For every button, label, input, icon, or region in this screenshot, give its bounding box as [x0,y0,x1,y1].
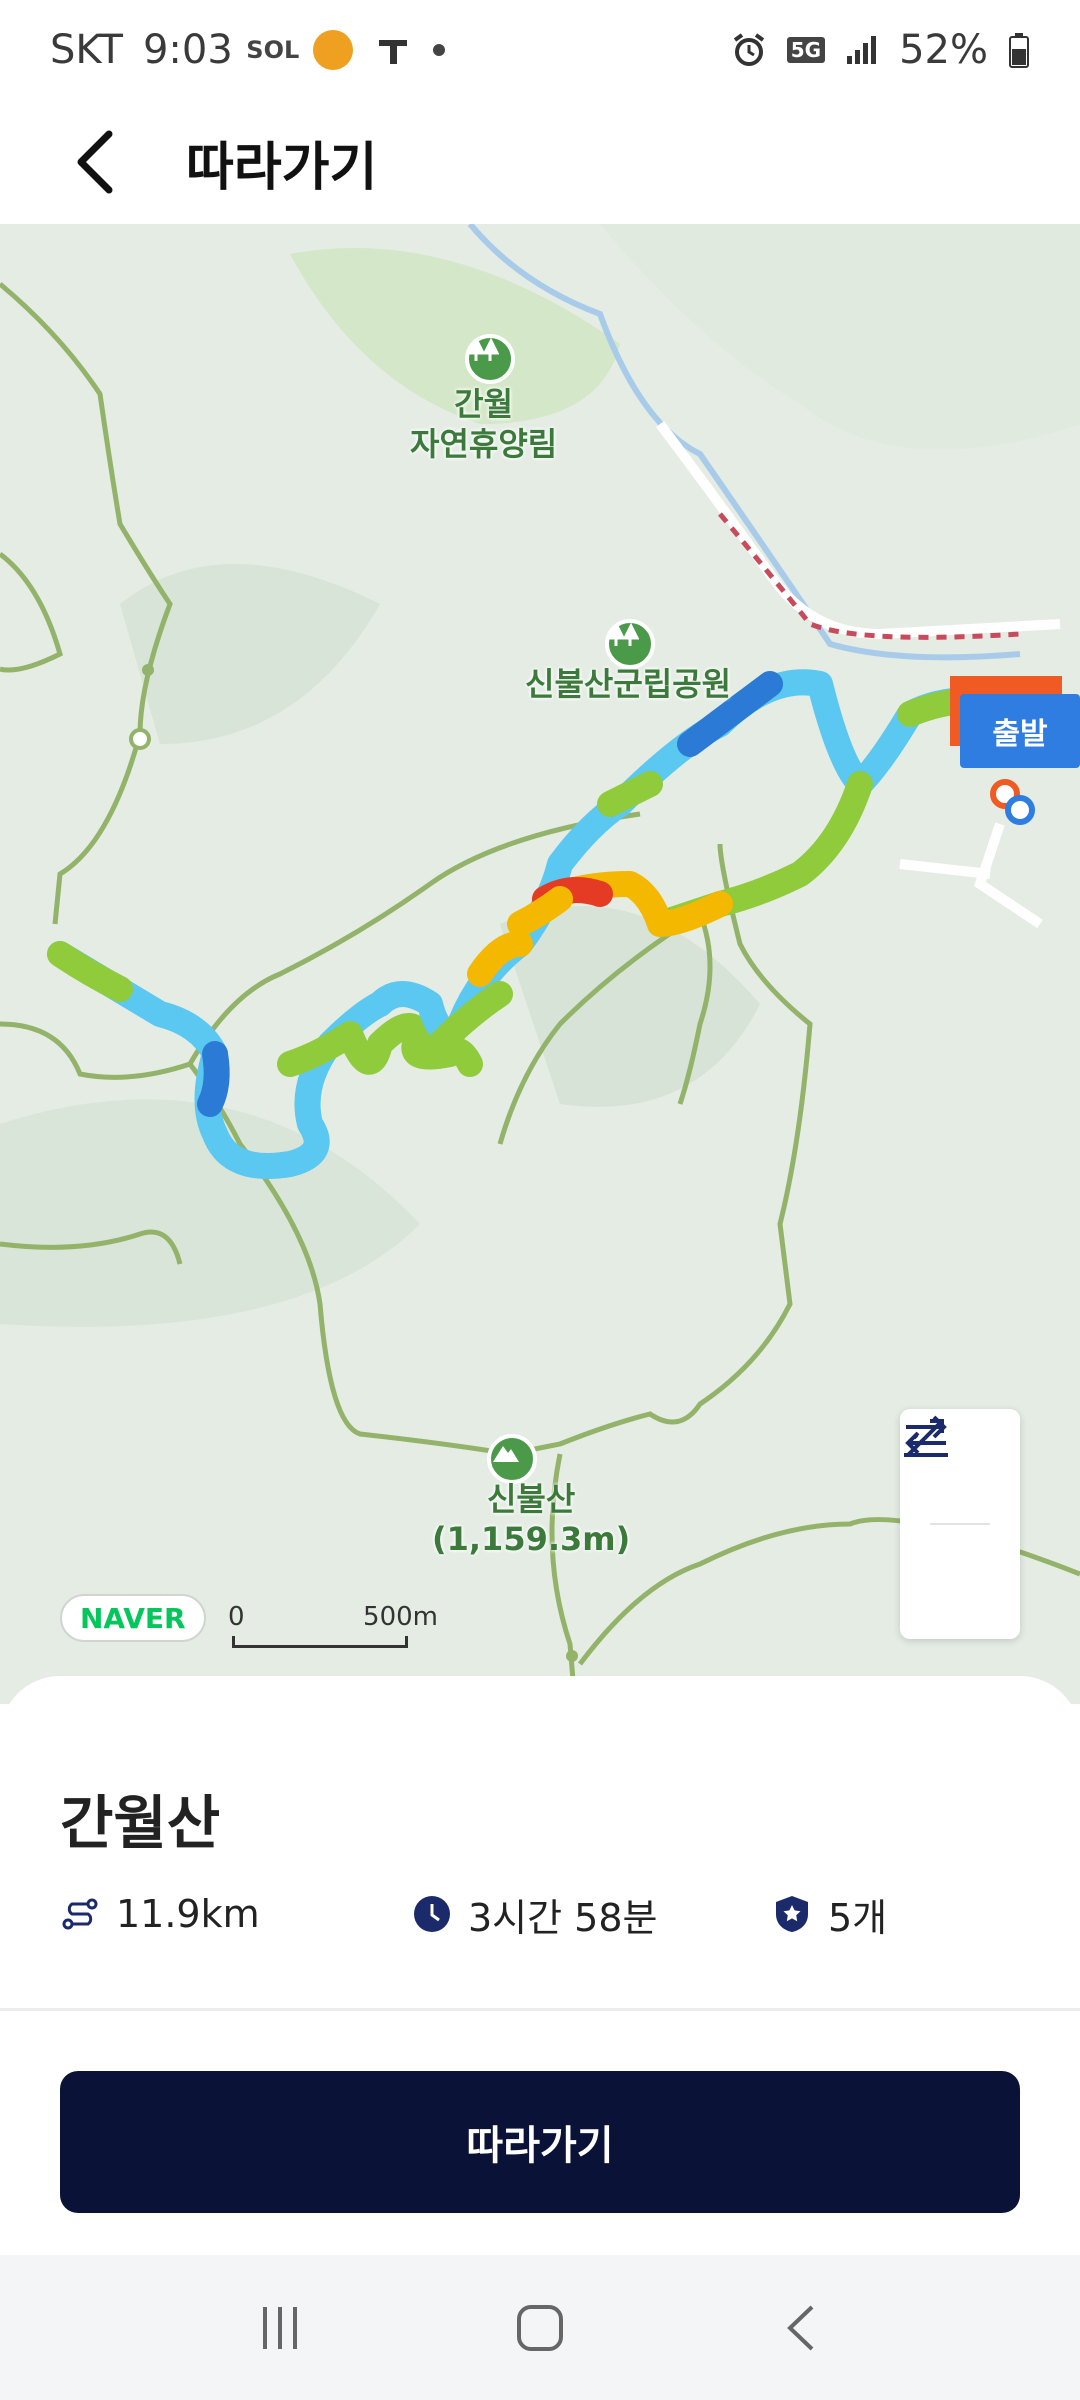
peak-name: 신불산 [486,1480,576,1518]
scale-label: 500m [363,1602,438,1632]
battery-icon [1008,32,1030,68]
badge-star-icon [776,1896,808,1932]
status-bar: SKT 9:03 SOL 5G 52% [0,0,1080,100]
forest-poi-icon [465,334,515,384]
stamps-value: 5개 [828,1895,888,1940]
alarm-icon [731,32,767,68]
map-view[interactable]: 간월 자연휴양림 신불산군립공원 신불산 (1,159.3m) 출발 NAVER… [0,224,1080,1704]
naver-logo: NAVER [60,1594,206,1642]
home-icon [517,2304,563,2351]
sol-bank-app-icon: SOL [246,36,300,64]
park-poi-icon [605,619,655,669]
chevron-left-icon [77,130,113,194]
carrier-label: SKT [50,27,123,73]
start-badge[interactable]: 출발 [960,694,1080,768]
more-notifications-dot [432,44,445,56]
park-label: 신불산군립공원 [525,665,732,703]
back-arrow-icon [787,2305,814,2350]
forest-label-line1: 간월 [454,385,514,423]
course-name: 간월산 [60,1789,221,1857]
notification-app-icon [312,30,353,70]
clock: 9:03 [142,27,233,73]
network-type: 5G [786,37,826,63]
home-button[interactable] [480,2283,600,2373]
swap-direction-button[interactable] [900,1415,1020,1639]
page-title: 따라가기 [186,137,378,198]
time-stat: 3시간 58분 [412,1887,772,1942]
time-value: 3시간 58분 [468,1895,658,1940]
system-nav-bar [0,2255,1080,2400]
distance-value: 11.9km [116,1892,260,1936]
status-left: SKT 9:03 SOL [50,27,445,73]
peak-poi-icon [487,1434,537,1484]
follow-button[interactable]: 따라가기 [60,2071,1020,2213]
map-tools [900,1409,1020,1639]
system-back-button[interactable] [740,2283,860,2373]
stamps-stat: 5개 [772,1887,887,1942]
forest-label-line2: 자연휴양림 [410,425,558,463]
app-header: 따라가기 [0,100,1080,224]
course-stats: 11.9km 3시간 58분 5개 [60,1884,1020,1944]
clock-icon [414,1896,450,1932]
recent-apps-icon [263,2306,297,2349]
scale-line [232,1636,408,1648]
signal-icon [845,34,879,66]
peak-label: 신불산 (1,159.3m) [432,1479,630,1559]
swap-arrows-icon [905,1415,947,1455]
section-divider [0,2008,1080,2011]
scale-zero: 0 [228,1602,245,1632]
route-track [47,669,1013,1179]
battery-percent: 52% [899,27,988,73]
route-icon [62,1898,98,1930]
peak-height: (1,159.3m) [432,1520,631,1558]
distance-stat: 11.9km [60,1892,412,1936]
recent-apps-button[interactable] [220,2283,340,2373]
tmap-app-icon [373,30,413,70]
scale-bar: 0 500m [228,1602,438,1654]
status-right: 5G 52% [731,27,1030,73]
back-button[interactable] [60,122,130,202]
forest-label: 간월 자연휴양림 [410,384,557,464]
